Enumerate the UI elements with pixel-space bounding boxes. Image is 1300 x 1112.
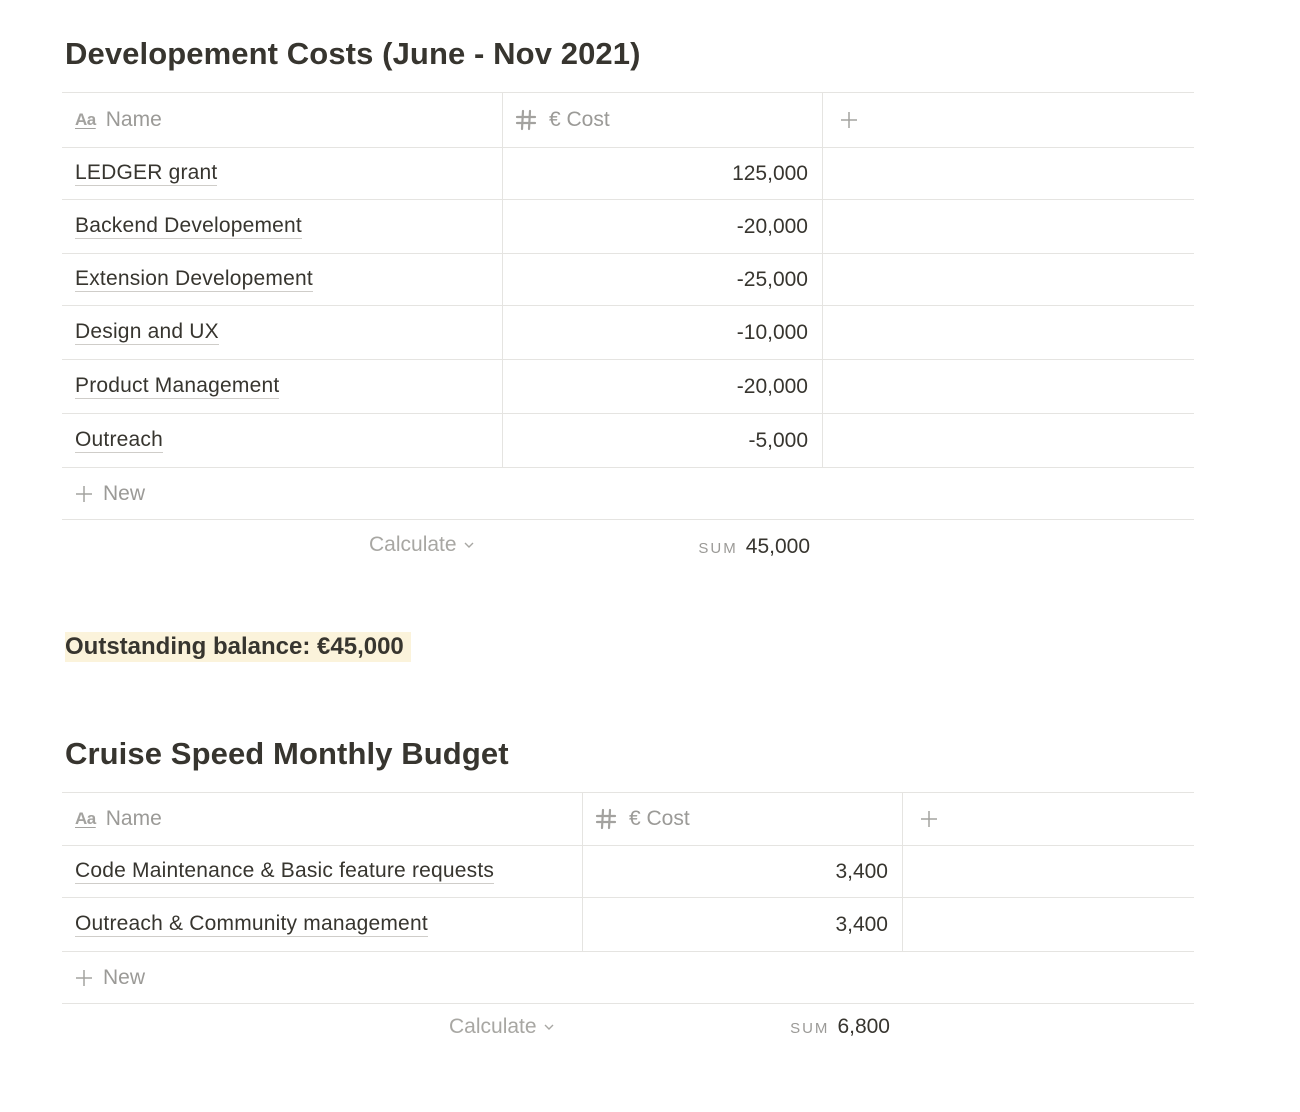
row-name-cell[interactable]: LEDGER grant: [62, 148, 502, 199]
sum-aggregate[interactable]: SUM 6,800: [702, 1015, 890, 1039]
row-empty-cell[interactable]: [822, 254, 1194, 305]
sum-value: 6,800: [837, 1015, 890, 1038]
row-empty-cell[interactable]: [822, 306, 1194, 359]
row-empty-cell[interactable]: [902, 846, 1194, 897]
row-name[interactable]: Outreach: [75, 428, 163, 453]
new-row-label: New: [103, 481, 146, 505]
table-row[interactable]: LEDGER grant 125,000: [62, 147, 1194, 199]
page: Developement Costs (June - Nov 2021) Aa …: [0, 0, 1300, 1112]
row-cost-cell[interactable]: 3,400: [582, 846, 902, 897]
row-cost-cell[interactable]: 125,000: [502, 148, 822, 199]
row-name[interactable]: LEDGER grant: [75, 161, 218, 186]
sum-label: SUM: [790, 1020, 830, 1037]
table-row[interactable]: Outreach & Community management 3,400: [62, 897, 1194, 952]
calculate-label: Calculate: [449, 1015, 537, 1038]
table-row[interactable]: Extension Developement -25,000: [62, 253, 1194, 305]
table1-calculate-row: Calculate SUM 45,000: [62, 520, 1194, 572]
sum-value: 45,000: [745, 535, 810, 558]
row-cost-cell[interactable]: -25,000: [502, 254, 822, 305]
row-name[interactable]: Extension Developement: [75, 267, 313, 292]
chevron-down-icon: [544, 1024, 554, 1030]
table2-title: Cruise Speed Monthly Budget: [65, 736, 509, 771]
row-cost-cell[interactable]: -10,000: [502, 306, 822, 359]
table2: Aa Name € Cost Code Maintenance & Basic …: [62, 792, 1194, 1056]
add-column-button[interactable]: [822, 93, 1194, 147]
row-name[interactable]: Code Maintenance & Basic feature request…: [75, 859, 495, 884]
plus-icon: [921, 811, 937, 827]
number-property-icon: [595, 808, 617, 830]
table-row[interactable]: Outreach -5,000: [62, 413, 1194, 468]
plus-icon: [76, 969, 92, 986]
add-column-button[interactable]: [902, 793, 1194, 845]
table1-header-row: Aa Name € Cost: [62, 92, 1194, 147]
row-empty-cell[interactable]: [822, 148, 1194, 199]
chevron-down-icon: [464, 542, 474, 548]
row-empty-cell[interactable]: [822, 200, 1194, 253]
table-row[interactable]: Product Management -20,000: [62, 359, 1194, 413]
number-property-icon: [515, 109, 537, 131]
table2-calculate-row: Calculate SUM 6,800: [62, 1004, 1194, 1056]
new-row-button[interactable]: New: [62, 468, 1194, 520]
row-name-cell[interactable]: Outreach & Community management: [62, 898, 582, 951]
row-name[interactable]: Design and UX: [75, 320, 219, 345]
row-name[interactable]: Backend Developement: [75, 214, 302, 239]
row-name[interactable]: Product Management: [75, 374, 280, 399]
text-property-icon: Aa: [75, 110, 96, 129]
table1: Aa Name € Cost LEDGER grant 125,000 Back…: [62, 92, 1194, 572]
table2-header-row: Aa Name € Cost: [62, 792, 1194, 845]
plus-icon: [76, 485, 92, 502]
table1-title: Developement Costs (June - Nov 2021): [65, 36, 641, 71]
row-name-cell[interactable]: Backend Developement: [62, 200, 502, 253]
column-name-label: Name: [105, 807, 162, 830]
column-cost-label: € Cost: [549, 108, 610, 131]
row-name-cell[interactable]: Code Maintenance & Basic feature request…: [62, 846, 582, 897]
row-cost-cell[interactable]: -20,000: [502, 200, 822, 253]
column-cost-label: € Cost: [629, 807, 690, 830]
plus-icon: [841, 112, 857, 128]
row-empty-cell[interactable]: [822, 414, 1194, 467]
column-header-cost[interactable]: € Cost: [582, 793, 902, 845]
sum-aggregate[interactable]: SUM 45,000: [622, 535, 810, 559]
row-empty-cell[interactable]: [822, 360, 1194, 413]
row-cost-cell[interactable]: 3,400: [582, 898, 902, 951]
row-empty-cell[interactable]: [902, 898, 1194, 951]
row-cost-cell[interactable]: -20,000: [502, 360, 822, 413]
row-name-cell[interactable]: Product Management: [62, 360, 502, 413]
outstanding-balance-highlight: Outstanding balance: €45,000: [65, 632, 411, 662]
column-name-label: Name: [105, 108, 162, 131]
column-header-name[interactable]: Aa Name: [62, 93, 502, 147]
calculate-dropdown[interactable]: Calculate: [449, 1015, 556, 1039]
text-property-icon: Aa: [75, 809, 96, 828]
row-name-cell[interactable]: Extension Developement: [62, 254, 502, 305]
calculate-label: Calculate: [369, 533, 457, 556]
sum-label: SUM: [698, 540, 738, 557]
row-name-cell[interactable]: Design and UX: [62, 306, 502, 359]
table-row[interactable]: Backend Developement -20,000: [62, 199, 1194, 253]
new-row-button[interactable]: New: [62, 952, 1194, 1004]
row-cost-cell[interactable]: -5,000: [502, 414, 822, 467]
row-name[interactable]: Outreach & Community management: [75, 912, 428, 937]
column-header-name[interactable]: Aa Name: [62, 793, 582, 845]
row-name-cell[interactable]: Outreach: [62, 414, 502, 467]
calculate-dropdown[interactable]: Calculate: [369, 533, 476, 557]
new-row-label: New: [103, 965, 146, 989]
table-row[interactable]: Code Maintenance & Basic feature request…: [62, 845, 1194, 897]
table-row[interactable]: Design and UX -10,000: [62, 305, 1194, 359]
column-header-cost[interactable]: € Cost: [502, 93, 822, 147]
